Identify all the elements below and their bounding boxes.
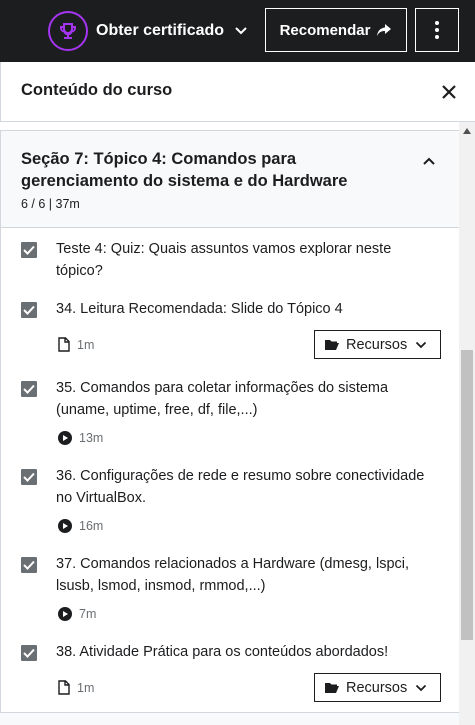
- recommend-button[interactable]: Recomendar: [265, 8, 407, 52]
- lesson-duration: 1m: [77, 680, 95, 695]
- completed-checkbox[interactable]: [21, 381, 37, 397]
- vertical-dots-icon: [435, 21, 439, 39]
- share-arrow-icon: [377, 24, 392, 36]
- get-certificate-button[interactable]: Obter certificado: [48, 10, 248, 52]
- get-certificate-label: Obter certificado: [96, 22, 225, 39]
- lesson-duration: 16m: [79, 519, 104, 533]
- lesson-title: 38. Atividade Prática para os conteúdos …: [56, 644, 389, 660]
- recommend-label: Recomendar: [279, 21, 371, 39]
- resources-label: Recursos: [346, 336, 408, 353]
- lesson-duration: 13m: [79, 431, 104, 445]
- scrollbar-thumb[interactable]: [461, 350, 473, 640]
- section-title: Seção 7: Tópico 4: Comandos para gerenci…: [21, 150, 348, 190]
- lesson-title: 35. Comandos para coletar informações do…: [56, 380, 389, 418]
- completed-checkbox[interactable]: [21, 469, 37, 485]
- section-header[interactable]: Seção 7: Tópico 4: Comandos para gerenci…: [0, 130, 459, 228]
- lesson-item[interactable]: Teste 4: Quiz: Quais assuntos vamos expl…: [0, 228, 459, 288]
- play-circle-icon: [58, 607, 72, 621]
- resources-label: Recursos: [346, 679, 408, 696]
- completed-checkbox[interactable]: [21, 645, 37, 661]
- next-section-edge: [0, 712, 459, 725]
- lesson-meta: 1m: [58, 680, 94, 695]
- section-meta: 6 / 6 | 37m: [21, 197, 80, 211]
- lesson-title: 37. Comandos relacionados a Hardware (dm…: [56, 556, 410, 594]
- lesson-title: Teste 4: Quiz: Quais assuntos vamos expl…: [56, 241, 392, 279]
- checkmark-icon: [23, 648, 35, 658]
- checkmark-icon: [23, 384, 35, 394]
- top-bar: Obter certificado Recomendar: [0, 0, 475, 62]
- scrollbar[interactable]: [459, 122, 475, 725]
- chevron-down-icon: [416, 341, 427, 348]
- scroll-up-arrow-icon[interactable]: [459, 128, 475, 138]
- close-icon[interactable]: [439, 82, 459, 102]
- checkmark-icon: [23, 305, 35, 315]
- lesson-meta: 13m: [58, 431, 103, 445]
- checkmark-icon: [23, 560, 35, 570]
- trophy-icon: [48, 11, 88, 51]
- panel-title: Conteúdo do curso: [21, 81, 173, 99]
- file-icon: [58, 337, 70, 352]
- lesson-meta: 1m: [58, 337, 94, 352]
- resources-dropdown[interactable]: Recursos: [314, 673, 441, 702]
- file-icon: [58, 680, 70, 695]
- checkmark-icon: [23, 245, 35, 255]
- chevron-down-icon: [234, 26, 248, 36]
- lesson-item[interactable]: 35. Comandos para coletar informações do…: [0, 368, 459, 456]
- lesson-title: 34. Leitura Recomendada: Slide do Tópico…: [56, 301, 343, 317]
- lesson-meta: 7m: [58, 607, 96, 621]
- resources-dropdown[interactable]: Recursos: [314, 330, 441, 359]
- lesson-duration: 1m: [77, 337, 95, 352]
- folder-open-icon: [325, 683, 339, 693]
- completed-checkbox[interactable]: [21, 242, 37, 258]
- chevron-up-icon: [422, 153, 436, 171]
- lesson-duration: 7m: [79, 607, 97, 621]
- course-content-header: Conteúdo do curso: [0, 62, 475, 122]
- play-circle-icon: [58, 431, 72, 445]
- lesson-item[interactable]: 38. Atividade Prática para os conteúdos …: [0, 632, 459, 712]
- lesson-title: 36. Configurações de rede e resumo sobre…: [56, 468, 425, 506]
- chevron-down-icon: [416, 684, 427, 691]
- lesson-item[interactable]: 34. Leitura Recomendada: Slide do Tópico…: [0, 288, 459, 368]
- lesson-item[interactable]: 37. Comandos relacionados a Hardware (dm…: [0, 544, 459, 632]
- completed-checkbox[interactable]: [21, 557, 37, 573]
- completed-checkbox[interactable]: [21, 302, 37, 318]
- checkmark-icon: [23, 472, 35, 482]
- play-circle-icon: [58, 519, 72, 533]
- lesson-meta: 16m: [58, 519, 103, 533]
- lesson-item[interactable]: 36. Configurações de rede e resumo sobre…: [0, 456, 459, 544]
- folder-open-icon: [325, 340, 339, 350]
- more-options-button[interactable]: [415, 8, 459, 52]
